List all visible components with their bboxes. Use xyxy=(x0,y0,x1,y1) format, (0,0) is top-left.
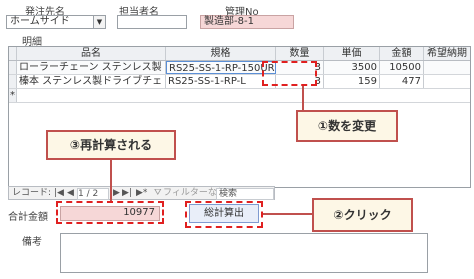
new-record-button[interactable]: ▶* xyxy=(136,187,147,199)
remarks-field[interactable] xyxy=(60,233,428,273)
next-record-button[interactable]: ▶ xyxy=(113,187,120,199)
record-position[interactable]: 1 / 2 xyxy=(77,188,109,200)
supplier-value: ホームサイド xyxy=(10,16,70,27)
table-row[interactable]: ローラーチェーン ステンレス製 RS25-SS-1-RP-150UR 3 350… xyxy=(9,61,470,75)
col-qty[interactable]: 数量 xyxy=(276,47,324,60)
cell-name[interactable]: ローラーチェーン ステンレス製 xyxy=(17,61,166,74)
cell-spec[interactable]: RS25-SS-1-RP-L xyxy=(166,75,276,88)
record-label: レコード: xyxy=(12,188,52,198)
cell-amount: 10500 xyxy=(380,61,424,74)
callout-step3: ③再計算される xyxy=(46,130,176,160)
button-highlight xyxy=(185,201,263,228)
cell-date[interactable] xyxy=(424,75,470,88)
first-record-button[interactable]: |◀ xyxy=(54,187,64,199)
col-date[interactable]: 希望納期 xyxy=(424,47,470,60)
new-row[interactable]: * xyxy=(9,89,470,103)
header-selector xyxy=(9,47,17,60)
connector-line xyxy=(302,86,304,110)
callout-step1: ①数を変更 xyxy=(296,110,398,142)
cell-spec[interactable]: RS25-SS-1-RP-150UR xyxy=(166,61,276,74)
col-name[interactable]: 品名 xyxy=(17,47,166,60)
connector-line xyxy=(263,213,312,215)
supplier-select[interactable]: ホームサイド ▼ xyxy=(6,15,106,29)
col-amount[interactable]: 金額 xyxy=(380,47,424,60)
connector-line xyxy=(110,160,112,201)
chevron-down-icon[interactable]: ▼ xyxy=(93,16,105,28)
prev-record-button[interactable]: ◀ xyxy=(67,187,74,199)
col-price[interactable]: 単価 xyxy=(324,47,380,60)
last-record-button[interactable]: ▶| xyxy=(122,187,132,199)
total-highlight xyxy=(56,201,164,224)
cell-price[interactable]: 3500 xyxy=(324,61,380,74)
row-selector[interactable] xyxy=(9,75,17,88)
qty-highlight xyxy=(262,61,317,86)
remarks-label: 備考 xyxy=(22,237,42,248)
search-input[interactable]: 検索 xyxy=(216,188,274,200)
table-row[interactable]: 榛本 ステンレス製ドライブチェ RS25-SS-1-RP-L 3 159 477 xyxy=(9,75,470,89)
cell-date[interactable] xyxy=(424,61,470,74)
filter-icon: ⛛ xyxy=(154,188,162,198)
grid-header: 品名 規格 数量 単価 金額 希望納期 xyxy=(9,47,470,61)
total-label: 合計金額 xyxy=(8,212,48,223)
callout-step2: ②クリック xyxy=(312,198,413,232)
cell-name[interactable]: 榛本 ステンレス製ドライブチェ xyxy=(17,75,166,88)
detail-grid: 品名 規格 数量 単価 金額 希望納期 ローラーチェーン ステンレス製 RS25… xyxy=(8,46,471,188)
new-row-marker[interactable]: * xyxy=(9,89,17,102)
mgmt-field[interactable]: 製造部-8-1 xyxy=(200,15,294,29)
cell-price[interactable]: 159 xyxy=(324,75,380,88)
row-selector[interactable] xyxy=(9,61,17,74)
record-nav: レコード: |◀ ◀ 1 / 2 ▶ ▶| ▶* ⛛ フィルターなし 検索 xyxy=(8,186,275,200)
cell-amount: 477 xyxy=(380,75,424,88)
person-field[interactable] xyxy=(117,15,187,29)
col-spec[interactable]: 規格 xyxy=(166,47,276,60)
